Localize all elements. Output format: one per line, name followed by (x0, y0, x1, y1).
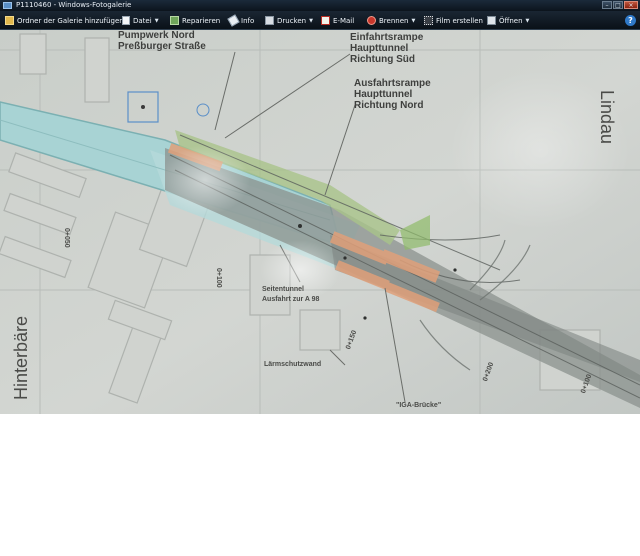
title-bar: P1110460 - Windows-Fotogalerie – □ × (0, 0, 640, 11)
add-folder-icon (5, 16, 14, 25)
print-menu-button[interactable]: Drucken ▼ (265, 15, 313, 26)
photo-gallery-app-icon (3, 2, 12, 9)
label-ausfahrt-haupttunnel: Haupttunnel (354, 89, 413, 100)
label-richtung-nord: Richtung Nord (354, 100, 424, 111)
map-photo (0, 30, 640, 414)
chevron-down-icon: ▼ (525, 17, 530, 24)
fix-icon (170, 16, 179, 25)
fix-button[interactable]: Reparieren (170, 15, 220, 26)
burn-menu-button[interactable]: Brennen ▼ (367, 15, 415, 26)
help-icon[interactable]: ? (625, 15, 636, 26)
label-pressburger-strasse: Preßburger Straße (118, 41, 206, 52)
label-station-0100: 0+100 (215, 268, 222, 288)
label-iga-bruecke: "IGA-Brücke" (396, 402, 442, 409)
film-icon (424, 16, 433, 25)
label-einfahrtsrampe: Einfahrtsrampe (350, 32, 424, 43)
burn-disc-icon (367, 16, 376, 25)
label-seitentunnel: Seitentunnel (262, 286, 305, 293)
label-ausfahrt-a98: Ausfahrt zur A 98 (262, 296, 320, 303)
email-button[interactable]: E-Mail (321, 15, 354, 26)
chevron-down-icon: ▼ (411, 17, 416, 24)
chevron-down-icon: ▼ (309, 17, 313, 24)
printer-icon (265, 16, 274, 25)
close-button[interactable]: × (624, 1, 638, 9)
file-icon (122, 16, 130, 25)
label-ausfahrtsrampe: Ausfahrtsrampe (354, 78, 431, 89)
label-richtung-sued: Richtung Süd (350, 54, 415, 65)
info-tag-icon (227, 14, 240, 27)
make-movie-button[interactable]: Film erstellen (424, 15, 483, 26)
chevron-down-icon: ▼ (154, 17, 159, 24)
open-menu-button[interactable]: Öffnen ▼ (487, 15, 529, 26)
open-icon (487, 16, 496, 25)
window-controls: – □ × (602, 1, 638, 9)
label-pumpwerk-nord: Pumpwerk Nord (118, 30, 195, 41)
add-folder-button[interactable]: Ordner der Galerie hinzufügen (5, 15, 124, 26)
window-title: P1110460 - Windows-Fotogalerie (16, 1, 132, 9)
label-hinterbaere: Hinterbäre (11, 315, 31, 400)
command-bar: Ordner der Galerie hinzufügen Datei ▼ Rep… (0, 11, 640, 30)
label-lindau: Lindau (597, 90, 617, 145)
info-button[interactable]: Info (227, 14, 254, 27)
minimize-button[interactable]: – (602, 1, 612, 9)
label-station-0050: 0+050 (63, 228, 70, 248)
file-menu-button[interactable]: Datei ▼ (122, 15, 159, 26)
label-laermschutzwand: Lärmschutzwand (264, 361, 322, 368)
email-icon (321, 16, 330, 25)
photo-viewer[interactable]: Pumpwerk Nord Preßburger Straße Einfahrt… (0, 30, 640, 414)
maximize-button[interactable]: □ (613, 1, 623, 9)
label-einfahrt-haupttunnel: Haupttunnel (350, 43, 409, 54)
empty-area (0, 414, 640, 556)
